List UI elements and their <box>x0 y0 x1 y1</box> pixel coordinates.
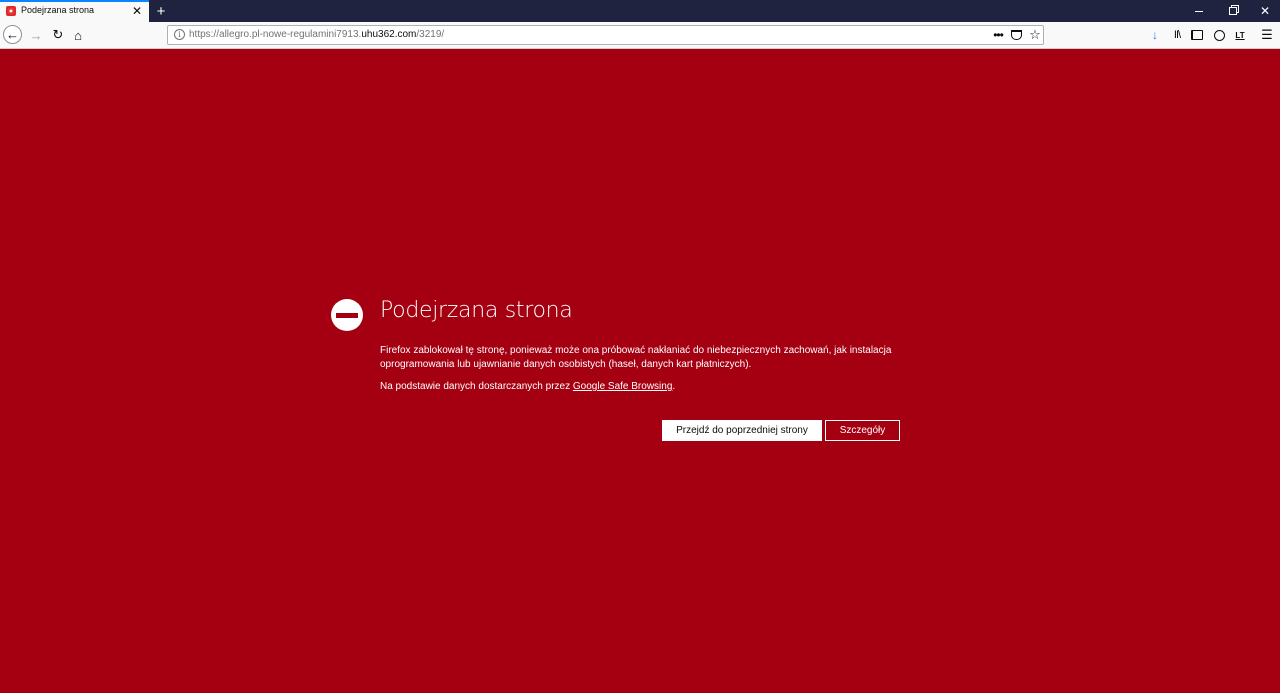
site-info-icon[interactable]: i <box>174 29 185 40</box>
source-suffix: . <box>672 381 676 392</box>
error-source: Na podstawie danych dostarczanych przez … <box>380 381 675 392</box>
page-title: Podejrzana strona <box>380 298 573 323</box>
pocket-icon[interactable] <box>1008 27 1024 43</box>
downloads-icon[interactable]: ↓ <box>1145 25 1165 45</box>
blocked-icon <box>331 299 363 331</box>
tab-title: Podejrzana strona <box>21 5 95 15</box>
source-prefix: Na podstawie danych dostarczanych przez <box>380 381 573 392</box>
new-tab-button[interactable]: + <box>152 0 170 22</box>
url-suffix: /3219/ <box>416 29 445 40</box>
details-button[interactable]: Szczegóły <box>825 420 900 441</box>
bookmark-star-icon[interactable]: ☆ <box>1027 27 1043 43</box>
hamburger-menu-icon[interactable]: ☰ <box>1257 25 1277 45</box>
tab-podejrzana-strona[interactable]: Podejrzana strona ✕ <box>0 0 149 22</box>
url-domain: uhu362.com <box>361 29 417 40</box>
close-tab-icon[interactable]: ✕ <box>130 3 144 19</box>
reload-button[interactable]: ↻ <box>48 25 68 45</box>
page-actions-icon[interactable]: ••• <box>990 27 1006 43</box>
url-text[interactable]: https://allegro.pl-nowe-regulamini7913.u… <box>189 29 444 40</box>
back-button[interactable]: ← <box>3 25 22 44</box>
tab-strip: Podejrzana strona ✕ + ✕ <box>0 0 1280 22</box>
nav-toolbar: ← → ↻ ⌂ i https://allegro.pl-nowe-regula… <box>0 22 1280 49</box>
restore-button[interactable] <box>1216 0 1250 22</box>
account-icon[interactable] <box>1209 25 1229 45</box>
error-description: Firefox zablokował tę stronę, ponieważ m… <box>380 345 892 370</box>
url-prefix: https://allegro.pl-nowe-regulamini7913. <box>189 29 362 40</box>
go-back-button[interactable]: Przejdź do poprzedniej strony <box>662 420 822 441</box>
google-safe-browsing-link[interactable]: Google Safe Browsing <box>573 381 673 392</box>
forward-button[interactable]: → <box>26 25 46 45</box>
sidebar-icon[interactable] <box>1187 25 1207 45</box>
extension-lt-icon[interactable]: LT <box>1230 25 1250 45</box>
library-icon[interactable]: II\ <box>1167 25 1187 45</box>
window-close-button[interactable]: ✕ <box>1248 0 1280 22</box>
blocked-site-icon <box>6 6 16 16</box>
url-bar[interactable]: i https://allegro.pl-nowe-regulamini7913… <box>167 25 1044 45</box>
minimize-button[interactable] <box>1182 0 1216 22</box>
home-button[interactable]: ⌂ <box>68 25 88 45</box>
